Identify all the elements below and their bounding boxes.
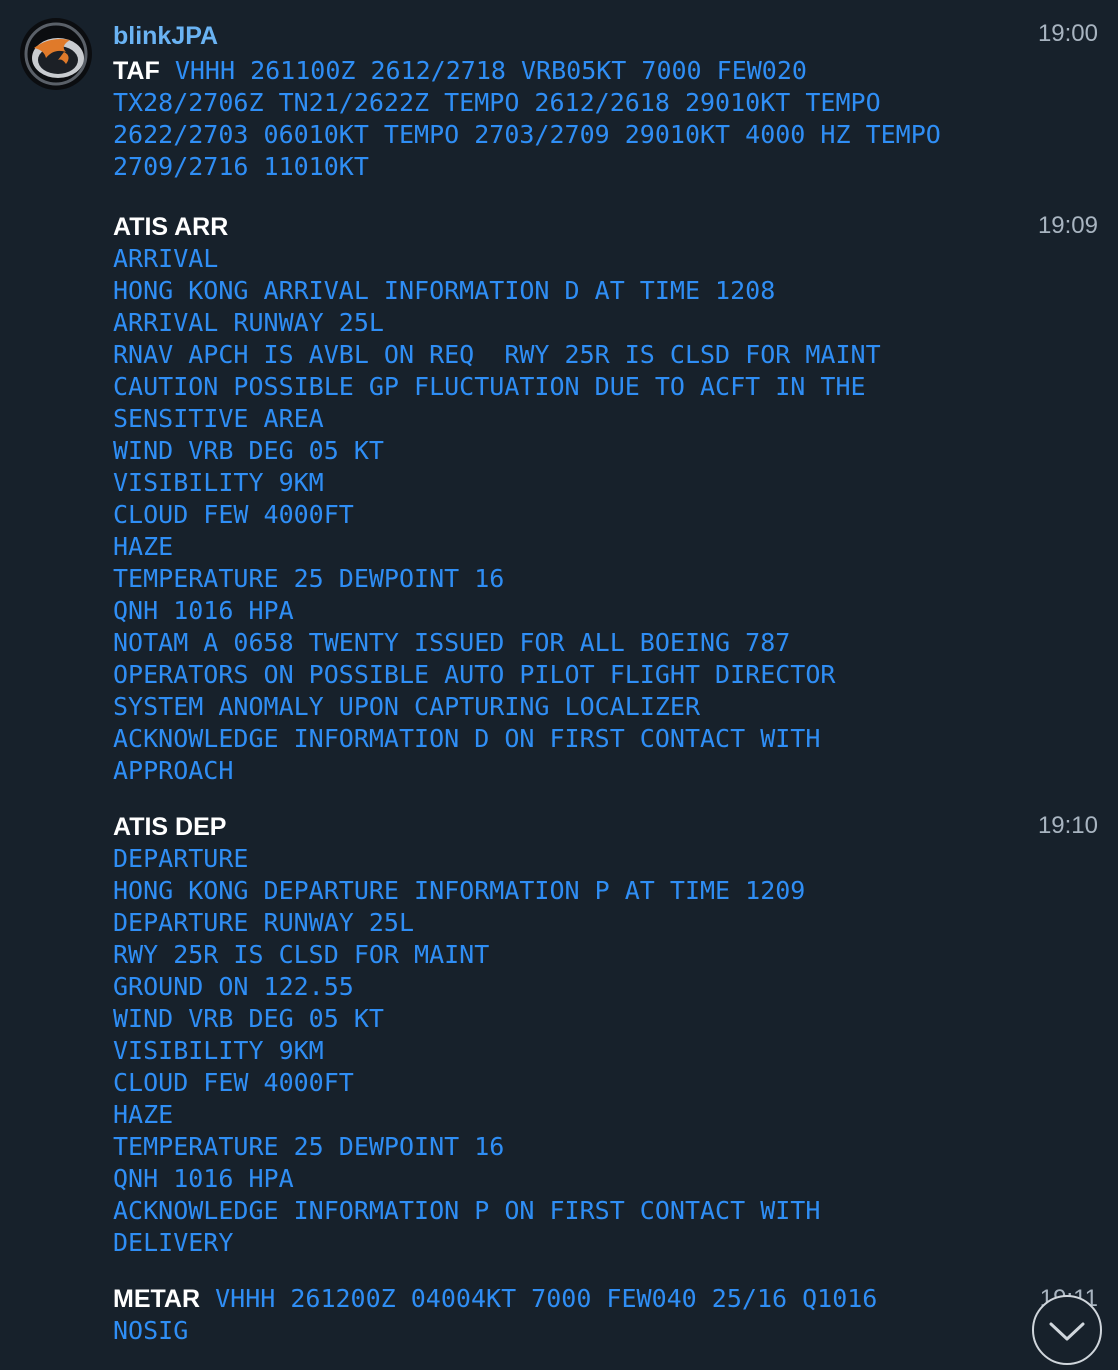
message-line: DEPARTURE [113, 844, 249, 873]
message-line: QNH 1016 HPA [113, 1164, 294, 1193]
message-atis-dep: ATIS DEP DEPARTURE HONG KONG DEPARTURE I… [113, 811, 988, 1259]
message-line: NOTAM A 0658 TWENTY ISSUED FOR ALL BOEIN… [113, 628, 791, 657]
message-text: VHHH 261200Z 04004KT 7000 FEW040 25/16 Q… [215, 1284, 878, 1313]
message-line: CLOUD FEW 4000FT [113, 1068, 354, 1097]
message-line: VISIBILITY 9KM [113, 1036, 324, 1065]
message-line: 2709/2716 11010KT [113, 152, 369, 181]
message-line: SENSITIVE AREA [113, 404, 324, 433]
message-line: RWY 25R IS CLSD FOR MAINT [113, 940, 490, 969]
message-line: RNAV APCH IS AVBL ON REQ RWY 25R IS CLSD… [113, 340, 881, 369]
message-line: CAUTION POSSIBLE GP FLUCTUATION DUE TO A… [113, 372, 866, 401]
message-line: HONG KONG ARRIVAL INFORMATION D AT TIME … [113, 276, 776, 305]
avatar[interactable] [20, 18, 92, 90]
message-heading: TAF [113, 57, 160, 85]
message-line: GROUND ON 122.55 [113, 972, 354, 1001]
scroll-down-button[interactable] [1032, 1295, 1102, 1365]
bird-logo-icon [24, 22, 88, 86]
message-text: VHHH 261100Z 2612/2718 VRB05KT 7000 FEW0… [174, 56, 807, 85]
message-line: SYSTEM ANOMALY UPON CAPTURING LOCALIZER [113, 692, 700, 721]
message-first-line: METAR VHHH 261200Z 04004KT 7000 FEW040 2… [113, 1283, 988, 1315]
message-first-line: TAF VHHH 261100Z 2612/2718 VRB05KT 7000 … [113, 55, 988, 87]
message-line: HAZE [113, 1100, 174, 1129]
message-line: NOSIG [113, 1316, 189, 1345]
message-line: DELIVERY [113, 1228, 234, 1257]
sender-name[interactable]: blinkJPA [113, 20, 218, 52]
message-heading: METAR [113, 1285, 201, 1313]
message-line: ACKNOWLEDGE INFORMATION D ON FIRST CONTA… [113, 724, 821, 753]
message-line: WIND VRB DEG 05 KT [113, 436, 384, 465]
message-time: 19:10 [1037, 812, 1098, 839]
message-line: HONG KONG DEPARTURE INFORMATION P AT TIM… [113, 876, 806, 905]
message-line: ARRIVAL [113, 244, 219, 273]
message-taf: TAF VHHH 261100Z 2612/2718 VRB05KT 7000 … [113, 55, 988, 183]
message-metar: METAR VHHH 261200Z 04004KT 7000 FEW040 2… [113, 1283, 988, 1347]
message-heading: ATIS DEP [113, 813, 227, 841]
message-line: ARRIVAL RUNWAY 25L [113, 308, 384, 337]
message-line: VISIBILITY 9KM [113, 468, 324, 497]
message-time: 19:09 [1037, 212, 1098, 239]
message-time: 19:00 [1037, 20, 1098, 47]
message-line: TX28/2706Z TN21/2622Z TEMPO 2612/2618 29… [113, 88, 881, 117]
message-line: WIND VRB DEG 05 KT [113, 1004, 384, 1033]
message-line: ACKNOWLEDGE INFORMATION P ON FIRST CONTA… [113, 1196, 821, 1225]
message-line: CLOUD FEW 4000FT [113, 500, 354, 529]
message-line: HAZE [113, 532, 174, 561]
message-atis-arr: ATIS ARR ARRIVAL HONG KONG ARRIVAL INFOR… [113, 211, 988, 787]
message-line: QNH 1016 HPA [113, 596, 294, 625]
message-line: TEMPERATURE 25 DEWPOINT 16 [113, 564, 505, 593]
message-line: DEPARTURE RUNWAY 25L [113, 908, 415, 937]
message-line: OPERATORS ON POSSIBLE AUTO PILOT FLIGHT … [113, 660, 836, 689]
message-line: APPROACH [113, 756, 234, 785]
chevron-down-icon [1049, 1322, 1085, 1341]
message-line: 2622/2703 06010KT TEMPO 2703/2709 29010K… [113, 120, 941, 149]
message-line: TEMPERATURE 25 DEWPOINT 16 [113, 1132, 505, 1161]
message-heading: ATIS ARR [113, 213, 229, 241]
